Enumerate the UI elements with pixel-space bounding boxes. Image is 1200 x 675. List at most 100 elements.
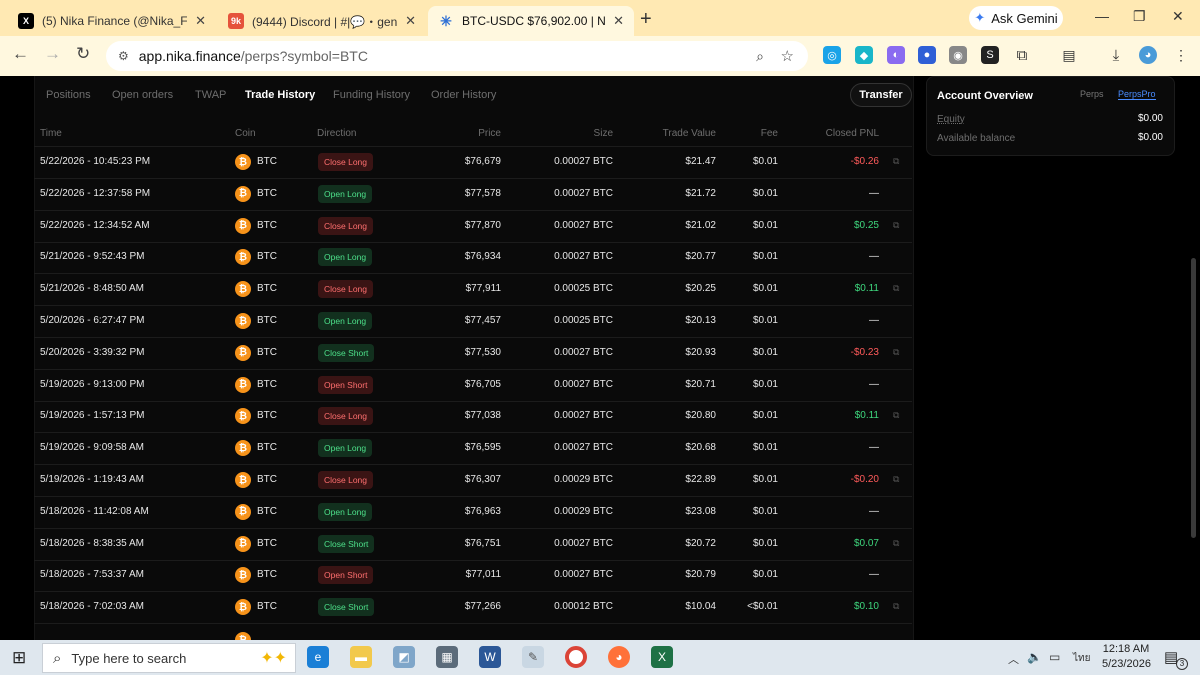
column-header-direction: Direction: [317, 128, 357, 139]
page-scrollbar[interactable]: [1191, 258, 1196, 538]
toggle-perpspro[interactable]: PerpsPro: [1118, 89, 1156, 100]
row-closed-pnl: $0.11: [854, 410, 879, 422]
row-coin: BTC: [257, 315, 277, 326]
close-icon[interactable]: ✕: [405, 13, 416, 29]
tab-open-orders[interactable]: Open orders: [112, 89, 173, 101]
reload-icon[interactable]: ↻: [76, 44, 90, 64]
camera-extension-icon[interactable]: ◉: [949, 46, 967, 64]
new-tab-button[interactable]: +: [640, 8, 652, 31]
app-icon[interactable]: ◩: [393, 646, 415, 668]
edge-icon[interactable]: e: [307, 646, 329, 668]
external-link-icon[interactable]: ⧉: [893, 474, 899, 485]
column-header-closed-pnl: Closed PNL: [825, 128, 879, 139]
equity-value: $0.00: [1137, 113, 1163, 124]
firefox-icon[interactable]: ◕: [608, 646, 630, 668]
tab-positions[interactable]: Positions: [46, 89, 91, 101]
reading-list-icon[interactable]: ▤: [1060, 46, 1078, 64]
browser-tab-nika[interactable]: ✳ BTC-USDC $76,902.00 | Nika ✕: [428, 6, 634, 36]
clock-date[interactable]: 5/23/2026: [1102, 658, 1151, 670]
row-price: $76,595: [464, 442, 501, 454]
profile-avatar[interactable]: ◕: [1139, 46, 1157, 64]
file-explorer-icon[interactable]: ▬: [350, 646, 372, 668]
row-closed-pnl: —: [869, 442, 879, 454]
row-trade-value: $10.04: [685, 601, 716, 613]
row-time: 5/18/2026 - 7:53:37 AM: [40, 569, 144, 581]
external-link-icon[interactable]: ⧉: [893, 538, 899, 549]
account-overview-title: Account Overview: [937, 90, 1033, 102]
address-bar[interactable]: ⚙ app.nika.finance/perps?symbol=BTC ⌕ ☆: [106, 41, 808, 71]
tab-trade-history[interactable]: Trade History: [245, 89, 315, 101]
extension-icon[interactable]: S: [981, 46, 999, 64]
chrome-icon[interactable]: [565, 646, 587, 668]
browser-tab-discord[interactable]: 9k (9444) Discord | #|💬・general | ✕: [218, 6, 426, 36]
site-info-icon[interactable]: ⚙: [118, 49, 129, 63]
clock-time[interactable]: 12:18 AM: [1102, 643, 1150, 655]
external-link-icon[interactable]: ⧉: [893, 601, 899, 612]
windows-start-icon[interactable]: ⊞: [12, 648, 26, 668]
close-icon[interactable]: ✕: [195, 13, 206, 29]
row-coin: BTC: [257, 537, 277, 549]
row-price: $77,578: [464, 187, 501, 199]
excel-icon[interactable]: X: [651, 646, 673, 668]
close-icon[interactable]: ✕: [613, 13, 624, 29]
row-price: $76,679: [464, 156, 501, 167]
row-fee: $0.01: [752, 378, 778, 390]
back-icon[interactable]: ←: [12, 44, 29, 64]
toggle-perps[interactable]: Perps: [1080, 89, 1104, 99]
row-trade-value: $20.25: [685, 283, 716, 295]
row-fee: $0.01: [752, 569, 778, 581]
chevron-up-icon[interactable]: ︿: [1008, 651, 1019, 667]
paint-icon[interactable]: ✎: [522, 646, 544, 668]
gemini-sparkle-icon: ✦: [974, 10, 986, 25]
row-price: $77,530: [464, 346, 501, 358]
direction-badge: Close Long: [318, 216, 374, 235]
row-fee: $0.01: [752, 346, 778, 358]
row-size: 0.00029 BTC: [554, 474, 613, 485]
volume-muted-icon[interactable]: 🔈: [1027, 650, 1042, 664]
minimize-icon[interactable]: —: [1095, 8, 1109, 24]
restore-icon[interactable]: ❐: [1133, 8, 1146, 25]
row-time: 5/21/2026 - 9:52:43 PM: [40, 251, 145, 263]
network-icon[interactable]: ▭: [1049, 650, 1060, 664]
browser-tab-x[interactable]: X (5) Nika Finance (@Nika_Financ ✕: [8, 6, 216, 36]
row-trade-value: $20.77: [685, 251, 716, 263]
direction-badge: Close Long: [318, 153, 374, 171]
transfer-button[interactable]: Transfer: [850, 83, 912, 107]
word-icon[interactable]: W: [479, 646, 501, 668]
close-window-icon[interactable]: ✕: [1172, 8, 1184, 25]
external-link-icon[interactable]: ⧉: [893, 220, 899, 231]
external-link-icon[interactable]: ⧉: [893, 347, 899, 358]
row-fee: $0.01: [752, 505, 778, 517]
ask-gemini-button[interactable]: ✦ Ask Gemini: [969, 6, 1063, 30]
extension-icon[interactable]: ◎: [823, 46, 841, 64]
search-placeholder: Type here to search: [71, 650, 187, 666]
row-size: 0.00025 BTC: [554, 283, 613, 295]
extension-icon[interactable]: ◐: [887, 46, 905, 64]
tab-twap[interactable]: TWAP: [195, 89, 226, 101]
extension-icon[interactable]: ●: [918, 46, 936, 64]
gem-extension-icon[interactable]: ◆: [855, 46, 873, 64]
external-link-icon[interactable]: ⧉: [893, 283, 899, 294]
external-link-icon[interactable]: ⧉: [893, 410, 899, 421]
direction-badge: Close Long: [318, 471, 374, 489]
taskbar-search-box[interactable]: ⌕ Type here to search ✦✦: [42, 643, 296, 673]
row-price: $76,934: [464, 251, 501, 263]
tab-order-history[interactable]: Order History: [431, 89, 496, 101]
bookmark-star-icon[interactable]: ☆: [781, 47, 794, 65]
external-link-icon[interactable]: ⧉: [893, 156, 899, 167]
gemini-label: Ask Gemini: [991, 10, 1058, 26]
puzzle-extensions-icon[interactable]: ⧉: [1013, 46, 1031, 64]
forward-icon[interactable]: →: [44, 44, 61, 64]
row-fee: <$0.01: [747, 601, 778, 613]
row-coin: BTC: [257, 474, 277, 485]
row-size: 0.00027 BTC: [554, 537, 613, 549]
row-time: 5/19/2026 - 9:13:00 PM: [40, 378, 145, 390]
tab-funding-history[interactable]: Funding History: [333, 89, 410, 101]
download-icon[interactable]: ⤓: [1107, 46, 1125, 64]
menu-icon[interactable]: ⋮: [1172, 46, 1190, 64]
zoom-icon[interactable]: ⌕: [756, 48, 764, 65]
calculator-icon[interactable]: ▦: [436, 646, 458, 668]
bitcoin-icon: ₿: [235, 472, 251, 488]
language-indicator[interactable]: ไทย: [1073, 651, 1090, 666]
row-coin: BTC: [257, 601, 277, 613]
